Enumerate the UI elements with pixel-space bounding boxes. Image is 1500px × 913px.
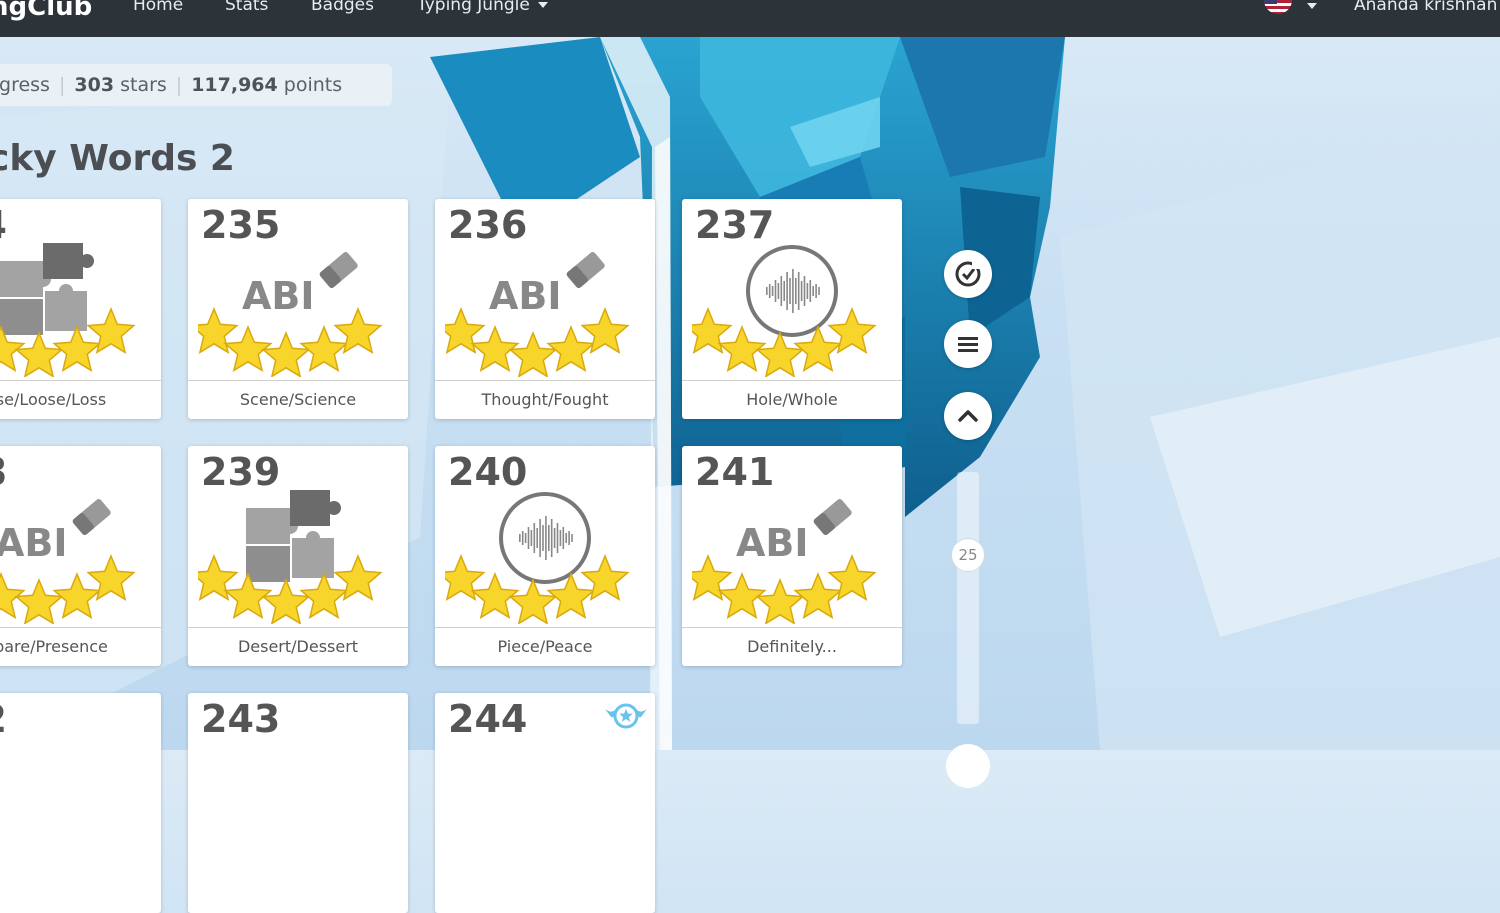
check-progress-button[interactable] — [944, 250, 992, 298]
stars-label: stars — [120, 74, 167, 96]
star-icon — [546, 325, 596, 372]
star-icon — [299, 572, 349, 619]
points-label: points — [283, 74, 343, 96]
check-circle-icon — [955, 260, 981, 287]
user-name[interactable]: Ananda krishnan — [1354, 0, 1497, 15]
lesson-label: Piece/Peace — [435, 627, 655, 666]
scroll-down-button[interactable] — [946, 744, 990, 788]
lesson-label: Hole/Whole — [682, 380, 902, 419]
lesson-label: se/Loose/Loss — [0, 380, 161, 419]
star-icon — [261, 578, 311, 624]
star-icon — [508, 578, 558, 624]
winged-star-badge-icon — [605, 703, 647, 729]
star-icon — [717, 325, 767, 372]
lesson-card-237[interactable]: 237 Hole/Whole — [682, 199, 902, 419]
star-icon — [52, 572, 102, 619]
star-icon — [14, 331, 64, 377]
lesson-label: Desert/Dessert — [188, 627, 408, 666]
star-icon — [546, 572, 596, 619]
lesson-card-241[interactable]: 241 ABI Definitely... — [682, 446, 902, 666]
lesson-card-240[interactable]: 240 Piece/Peace — [435, 446, 655, 666]
chevron-down-icon — [537, 2, 548, 8]
brand-logo[interactable]: ngClub — [0, 0, 92, 22]
lesson-card-236[interactable]: 236 ABI Thought/Fought — [435, 199, 655, 419]
lesson-card-235[interactable]: 235 ABI Scene/Science — [188, 199, 408, 419]
language-chevron-down-icon[interactable] — [1307, 3, 1317, 9]
lesson-card-243[interactable]: 243 — [188, 693, 408, 913]
top-navbar: ngClub Home Stats Badges Typing Jungle A… — [0, 0, 1500, 37]
star-icon — [793, 572, 843, 619]
nav-stats-link[interactable]: Stats — [225, 0, 268, 15]
lesson-card-42[interactable]: 42 — [0, 693, 161, 913]
lesson-label: Definitely... — [682, 627, 902, 666]
points-count: 117,964 — [191, 74, 278, 96]
menu-button[interactable] — [944, 320, 992, 368]
star-icon — [14, 578, 64, 624]
nav-typing-jungle-label: Typing Jungle — [417, 0, 530, 15]
star-icon — [223, 325, 273, 372]
nav-home-link[interactable]: Home — [133, 0, 183, 15]
star-icon — [299, 325, 349, 372]
page-scroll-handle[interactable]: 25 — [951, 538, 985, 572]
lesson-card-34[interactable]: 34 se/Loose/Loss — [0, 199, 161, 419]
lesson-number: 243 — [201, 697, 281, 741]
star-icon — [755, 331, 805, 377]
lesson-label: Scene/Science — [188, 380, 408, 419]
menu-icon — [958, 337, 978, 352]
lesson-card-244[interactable]: 244 — [435, 693, 655, 913]
lesson-card-38[interactable]: 38 ABI pare/Presence — [0, 446, 161, 666]
star-icon — [793, 325, 843, 372]
star-icon — [470, 572, 520, 619]
lesson-number: 42 — [0, 697, 7, 741]
star-icon — [717, 572, 767, 619]
nav-badges-link[interactable]: Badges — [311, 0, 374, 15]
progress-stats-bar: rogress|303 stars|117,964 points — [0, 64, 392, 106]
page-scroll-track[interactable] — [957, 472, 979, 724]
stars-count: 303 — [74, 74, 115, 96]
lesson-label: pare/Presence — [0, 627, 161, 666]
scroll-up-button[interactable] — [944, 392, 992, 440]
section-title: cky Words 2 — [0, 138, 235, 179]
lesson-label: Thought/Fought — [435, 380, 655, 419]
lesson-card-239[interactable]: 239 Desert/Dessert — [188, 446, 408, 666]
chevron-up-icon — [958, 410, 978, 422]
us-flag-icon[interactable] — [1264, 0, 1292, 14]
star-icon — [261, 331, 311, 377]
star-icon — [755, 578, 805, 624]
nav-typing-jungle-dropdown[interactable]: Typing Jungle — [417, 0, 548, 15]
star-icon — [52, 325, 102, 372]
progress-label: rogress — [0, 74, 50, 96]
star-icon — [223, 572, 273, 619]
lesson-number: 244 — [448, 697, 528, 741]
star-icon — [508, 331, 558, 377]
star-icon — [470, 325, 520, 372]
